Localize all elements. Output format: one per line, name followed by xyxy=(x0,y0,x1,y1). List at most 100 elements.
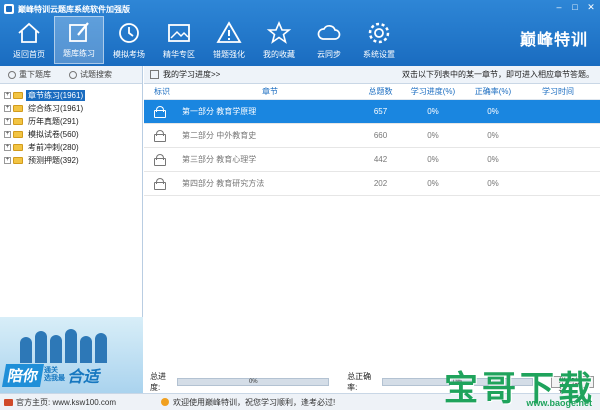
toolbar-wrong-questions-button[interactable]: 错题强化 xyxy=(204,16,254,64)
tree-item-label: 模拟试卷(560) xyxy=(28,130,79,139)
refresh-icon xyxy=(8,70,16,79)
toolbar-mock-exam-label: 模拟考场 xyxy=(113,50,145,59)
star-icon xyxy=(266,20,292,44)
folder-icon xyxy=(13,144,23,151)
welcome-message: 欢迎使用巅峰特训，祝您学习顺利，逢考必过! xyxy=(143,397,335,408)
tree-item-predicted-questions[interactable]: + 预测押题(392) xyxy=(4,154,142,167)
toolbar-settings-button[interactable]: 系统设置 xyxy=(354,16,404,64)
question-search-button[interactable]: 试题搜索 xyxy=(69,69,112,80)
progress-icon xyxy=(150,70,159,79)
column-header-total[interactable]: 总题数 xyxy=(358,86,403,97)
tree-item-past-exams[interactable]: + 历年真题(291) xyxy=(4,115,142,128)
search-icon xyxy=(69,70,77,79)
main-toolbar: 返回首页 题库练习 模拟考场 精华专区 错题强化 我的收藏 云同步 系统设置 xyxy=(4,16,404,66)
folder-icon xyxy=(13,131,23,138)
watermark-url: www.baoge.net xyxy=(526,398,592,408)
window-title: 巅峰特训云题库系统软件加强版 xyxy=(18,4,130,14)
site-watermark: 宝哥下载 www.baoge.net xyxy=(444,361,596,410)
toolbar-favorites-button[interactable]: 我的收藏 xyxy=(254,16,304,64)
question-search-label: 试题搜索 xyxy=(80,70,112,79)
chapter-total: 660 xyxy=(373,131,388,140)
unlock-icon xyxy=(154,105,166,118)
expand-toggle-icon[interactable]: + xyxy=(4,118,11,125)
clock-icon xyxy=(119,23,139,43)
window-controls: – □ ✕ xyxy=(554,2,596,12)
tree-item-label: 历年真题(291) xyxy=(28,117,79,126)
chapter-name: 第三部分 教育心理学 xyxy=(182,155,257,164)
home-icon xyxy=(18,22,40,43)
category-tree: + 章节练习(1961) + 综合练习(1961) + 历年真题(291) + … xyxy=(0,84,142,167)
minimize-button[interactable]: – xyxy=(554,2,564,12)
warning-icon xyxy=(216,21,242,43)
expand-toggle-icon[interactable]: + xyxy=(4,105,11,112)
toolbar-wrong-questions-label: 错题强化 xyxy=(213,50,245,59)
reload-bank-button[interactable]: 重下题库 xyxy=(8,69,51,80)
tree-item-label: 考前冲刺(280) xyxy=(28,143,79,152)
toolbar-cloud-sync-button[interactable]: 云同步 xyxy=(304,16,354,64)
table-row[interactable]: 第四部分 教育研究方法 202 0% 0% xyxy=(144,172,600,196)
total-accuracy-label: 总正确率: xyxy=(347,372,372,392)
chapter-accuracy: 0% xyxy=(487,179,499,188)
chapter-progress: 0% xyxy=(427,179,439,188)
chapter-progress: 0% xyxy=(427,155,439,164)
tree-item-chapter-practice[interactable]: + 章节练习(1961) xyxy=(4,89,142,102)
maximize-button[interactable]: □ xyxy=(570,2,580,12)
window-title-bar: 巅峰特训云题库系统软件加强版 xyxy=(4,2,130,16)
instruction-hint: 双击以下列表中的某一章节，即可进入相应章节答题。 xyxy=(402,70,594,79)
chapter-name: 第四部分 教育研究方法 xyxy=(182,179,265,188)
total-progress-bar: 0% xyxy=(177,378,330,386)
reload-bank-label: 重下题库 xyxy=(19,70,51,79)
gear-icon xyxy=(368,22,390,44)
toolbar-home-label: 返回首页 xyxy=(13,50,45,59)
toolbar-mock-exam-button[interactable]: 模拟考场 xyxy=(104,16,154,64)
chapter-name: 第二部分 中外教育史 xyxy=(182,131,257,140)
edit-icon xyxy=(69,22,89,42)
tree-item-label: 预测押题(392) xyxy=(28,156,79,165)
official-homepage-link[interactable]: 官方主页: www.ksw100.com xyxy=(0,397,143,408)
chapter-accuracy: 0% xyxy=(487,107,499,116)
table-row[interactable]: 第三部分 教育心理学 442 0% 0% xyxy=(144,148,600,172)
cloud-sync-icon xyxy=(317,25,341,40)
column-header-progress[interactable]: 学习进度(%) xyxy=(403,86,463,97)
column-header-flag[interactable]: 标识 xyxy=(144,86,178,97)
folder-icon xyxy=(13,118,23,125)
close-button[interactable]: ✕ xyxy=(586,2,596,12)
expand-toggle-icon[interactable]: + xyxy=(4,144,11,151)
brand-logo: 巅峰特训 xyxy=(519,30,588,49)
total-progress-label: 总进度: xyxy=(150,372,166,392)
tree-item-mock-papers[interactable]: + 模拟试卷(560) xyxy=(4,128,142,141)
column-header-chapter[interactable]: 章节 xyxy=(178,86,358,97)
expand-toggle-icon[interactable]: + xyxy=(4,92,11,99)
toolbar-highlights-button[interactable]: 精华专区 xyxy=(154,16,204,64)
table-row[interactable]: 第一部分 教育学原理 657 0% 0% xyxy=(144,100,600,124)
toolbar-practice-label: 题库练习 xyxy=(63,49,95,58)
folder-icon xyxy=(13,92,23,99)
toolbar-home-button[interactable]: 返回首页 xyxy=(4,16,54,64)
promo-banner[interactable]: 陪你 通关 选我最 合适 xyxy=(0,317,143,393)
chapter-progress: 0% xyxy=(427,107,439,116)
home-flag-icon xyxy=(4,398,13,406)
tree-item-final-sprint[interactable]: + 考前冲刺(280) xyxy=(4,141,142,154)
toolbar-practice-button[interactable]: 题库练习 xyxy=(54,16,104,64)
chapter-list-header: 我的学习进度>> 双击以下列表中的某一章节，即可进入相应章节答题。 xyxy=(144,66,600,84)
column-header-study-time[interactable]: 学习时间 xyxy=(523,86,593,97)
toolbar-highlights-label: 精华专区 xyxy=(163,50,195,59)
toolbar-settings-label: 系统设置 xyxy=(363,50,395,59)
my-progress-link[interactable]: 我的学习进度>> xyxy=(163,69,220,80)
table-header: 标识 章节 总题数 学习进度(%) 正确率(%) 学习时间 xyxy=(144,84,600,100)
left-navigation-pane: 重下题库 试题搜索 + 章节练习(1961) + 综合练习(1961) + 历年… xyxy=(0,66,143,393)
unlock-icon xyxy=(154,153,166,166)
column-header-accuracy[interactable]: 正确率(%) xyxy=(463,86,523,97)
expand-toggle-icon[interactable]: + xyxy=(4,131,11,138)
unlock-icon xyxy=(154,129,166,142)
folder-icon xyxy=(13,105,23,112)
toolbar-cloud-sync-label: 云同步 xyxy=(317,50,341,59)
chapter-name: 第一部分 教育学原理 xyxy=(182,107,257,116)
expand-toggle-icon[interactable]: + xyxy=(4,157,11,164)
chapter-total: 657 xyxy=(373,107,388,116)
chapter-list-pane: 我的学习进度>> 双击以下列表中的某一章节，即可进入相应章节答题。 标识 章节 … xyxy=(144,66,600,396)
picture-icon xyxy=(168,24,190,42)
table-row[interactable]: 第二部分 中外教育史 660 0% 0% xyxy=(144,124,600,148)
chapter-accuracy: 0% xyxy=(487,155,499,164)
tree-item-comprehensive-practice[interactable]: + 综合练习(1961) xyxy=(4,102,142,115)
